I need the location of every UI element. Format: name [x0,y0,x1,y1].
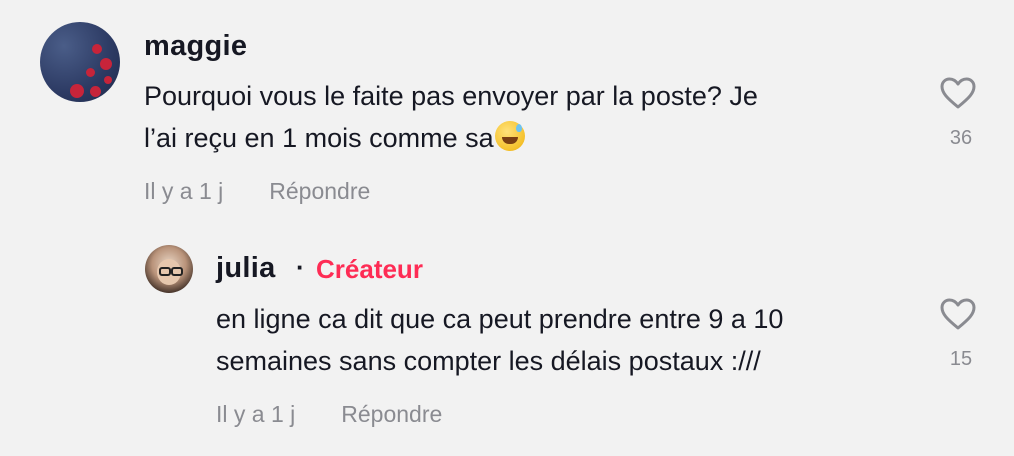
creator-badge: Créateur [316,254,423,284]
comment-text-line: l’ai reçu en 1 mois comme sa [144,117,864,159]
reply-timestamp: Il y a 1 j [216,401,296,427]
grinning-face-with-sweat-emoji-icon [494,121,525,151]
reply-meta: Il y a 1 j Répondre [216,401,442,428]
like-button[interactable] [938,297,978,331]
comment-text: Pourquoi vous le faite pas envoyer par l… [144,75,864,159]
comment-meta: Il y a 1 j Répondre [144,178,370,205]
avatar[interactable] [40,22,120,102]
like-count: 15 [949,348,973,370]
heart-icon [940,298,976,330]
comment-text-line2: l’ai reçu en 1 mois comme sa [144,123,494,153]
reply-text-line: en ligne ca dit que ca peut prendre entr… [216,304,784,334]
like-count: 36 [949,127,973,149]
reply-text: en ligne ca dit que ca peut prendre entr… [216,298,936,382]
like-button[interactable] [938,76,978,110]
comment-timestamp: Il y a 1 j [144,178,224,204]
reply-button[interactable]: Répondre [341,401,442,428]
reply-button[interactable]: Répondre [269,178,370,205]
avatar[interactable] [145,245,193,293]
comment-text-line: Pourquoi vous le faite pas envoyer par l… [144,81,758,111]
separator-dot: · [296,252,305,282]
reply-text-line: semaines sans compter les délais postaux… [216,346,761,376]
reply-username[interactable]: julia [216,252,276,285]
heart-icon [940,77,976,109]
comment-username[interactable]: maggie [144,30,247,63]
